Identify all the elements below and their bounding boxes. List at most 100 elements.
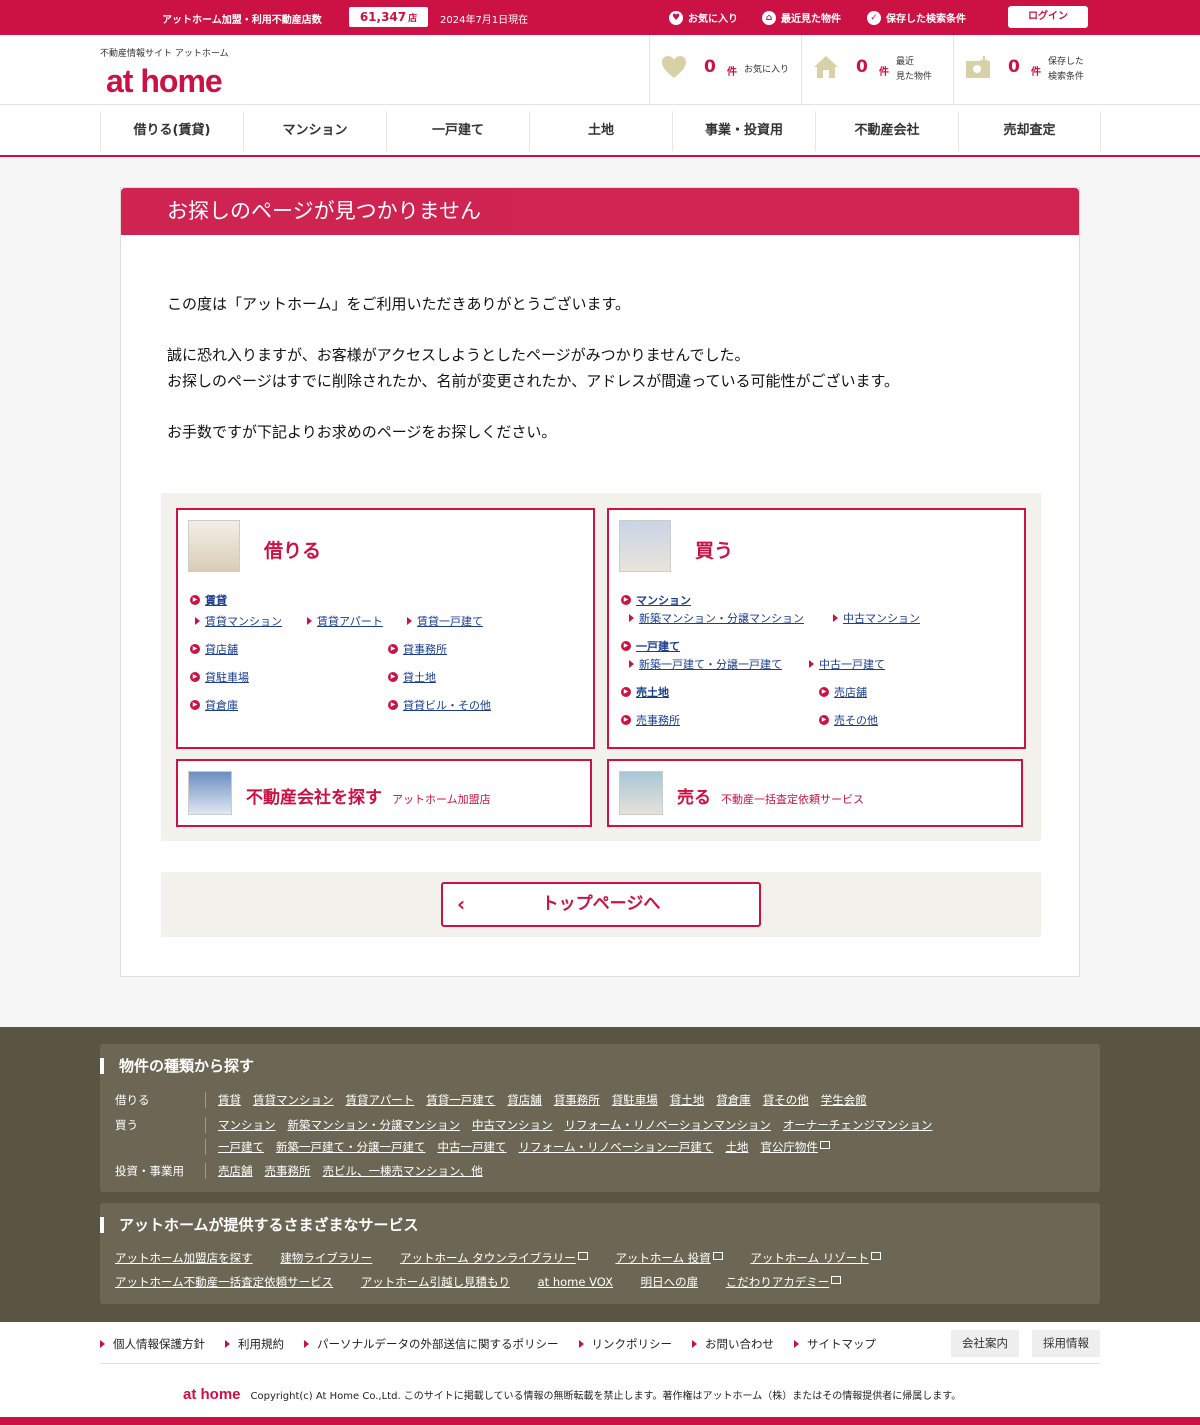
buy-house-sub-link-0[interactable]: 新築一戸建て・分譲一戸建て [629,656,782,672]
terms-link[interactable]: 利用規約 [225,1336,284,1352]
buy-house-sub-0[interactable]: 新築一戸建て・分譲一戸建て [639,656,782,672]
buy-mansion-sub-link-0[interactable]: 新築マンション・分譲マンション [629,610,804,626]
service-link[interactable]: 明日への扉 [641,1275,699,1289]
buy-shop-link[interactable]: ▶ 売店舗 [819,684,867,700]
footer-rent-link[interactable]: 学生会館 [821,1092,867,1108]
rent-right-link-2[interactable]: ▶ 貸貸ビル・その他 [388,697,491,713]
footer-buy-link[interactable]: 中古一戸建て [438,1139,507,1155]
nav-mansion[interactable]: マンション [243,111,386,151]
buy-mansion[interactable]: マンション [636,592,691,608]
buy-mansion-sub-0[interactable]: 新築マンション・分譲マンション [639,610,804,626]
buy-house-sub-1[interactable]: 中古一戸建て [819,656,885,672]
footer-rent-link[interactable]: 賃貸 [218,1092,241,1108]
footer-rent-link[interactable]: 貸土地 [670,1092,705,1108]
top-favorites-link[interactable]: ♥ お気に入り [669,10,738,25]
personal-data-policy-link[interactable]: パーソナルデータの外部送信に関するポリシー [304,1336,559,1352]
service-link[interactable]: at home VOX [538,1275,613,1289]
rent-left-link-0[interactable]: ▶ 貸店舗 [190,641,238,657]
recruit-button[interactable]: 採用情報 [1032,1330,1100,1357]
header-favorites[interactable]: 0 件 お気に入り [649,35,801,105]
footer-rent-link[interactable]: 貸店舗 [507,1092,542,1108]
rent-left-link-1[interactable]: ▶ 貸駐車場 [190,669,249,685]
footer-buy-link[interactable]: 一戸建て [218,1139,264,1155]
nav-sell[interactable]: 売却査定 [958,111,1101,151]
buy-office-link[interactable]: ▶ 売事務所 [621,712,680,728]
privacy-policy-link[interactable]: 個人情報保護方針 [100,1336,205,1352]
service-link[interactable]: アットホーム加盟店を探す [115,1251,253,1265]
sell-card[interactable]: 売る 不動産一括査定依頼サービス [607,759,1023,827]
footer-invest-link[interactable]: 売ビル、一棟売マンション、他 [323,1163,483,1179]
buy-house-link[interactable]: ▶ 一戸建て [621,638,680,654]
service-link[interactable]: こだわりアカデミー [726,1275,842,1289]
footer-invest-link[interactable]: 売店舗 [218,1163,253,1179]
buy-mansion-link[interactable]: ▶ マンション [621,592,691,608]
nav-company[interactable]: 不動産会社 [815,111,958,151]
login-button[interactable]: ログイン [1008,6,1088,28]
rent-sub-0[interactable]: 賃貸マンション [205,613,282,629]
footer-buy-link[interactable]: 新築マンション・分譲マンション [288,1117,461,1133]
rent-left-0[interactable]: 貸店舗 [205,641,238,657]
sitemap-link[interactable]: サイトマップ [794,1336,876,1352]
footer-rent-link[interactable]: 賃貸マンション [253,1092,334,1108]
buy-other-link[interactable]: ▶ 売その他 [819,712,878,728]
service-link[interactable]: アットホーム引越し見積もり [361,1275,510,1289]
footer-buy-link[interactable]: 土地 [725,1139,748,1155]
rent-sub-link-1[interactable]: 賃貸アパート [307,613,383,629]
rent-left-1[interactable]: 貸駐車場 [205,669,249,685]
rent-sub-link-0[interactable]: 賃貸マンション [195,613,282,629]
footer-rent-link[interactable]: 貸駐車場 [612,1092,658,1108]
top-saved-link[interactable]: ✓ 保存した検索条件 [867,10,966,25]
footer-buy-link[interactable]: 官公庁物件 [760,1139,830,1155]
rent-sub-link-2[interactable]: 賃貸一戸建て [407,613,483,629]
top-page-button[interactable]: ‹ トップページへ [441,882,761,927]
header-saved[interactable]: 0 件 保存した 検索条件 [953,35,1100,105]
footer-invest-link[interactable]: 売事務所 [265,1163,311,1179]
rent-sub-2[interactable]: 賃貸一戸建て [417,613,483,629]
nav-house[interactable]: 一戸建て [386,111,529,151]
footer-rent-link[interactable]: 貸事務所 [554,1092,600,1108]
footer-buy-link[interactable]: オーナーチェンジマンション [783,1117,933,1133]
athome-logo[interactable]: at home [106,63,223,100]
footer-rent-link[interactable]: 貸その他 [763,1092,809,1108]
buy-shop[interactable]: 売店舗 [834,684,867,700]
buy-office[interactable]: 売事務所 [636,712,680,728]
buy-mansion-sub-link-1[interactable]: 中古マンション [833,610,920,626]
nav-rent[interactable]: 借りる(賃貸) [100,111,243,151]
top-recent-link[interactable]: ⌂ 最近見た物件 [762,10,841,25]
rent-right-link-0[interactable]: ▶ 貸事務所 [388,641,447,657]
rent-left-2[interactable]: 貸倉庫 [205,697,238,713]
footer-rent-link[interactable]: 賃貸一戸建て [426,1092,495,1108]
footer-buy-link[interactable]: マンション [218,1117,276,1133]
service-link[interactable]: アットホーム 投資 [615,1251,723,1265]
rent-right-1[interactable]: 貸土地 [403,669,436,685]
rent-right-0[interactable]: 貸事務所 [403,641,447,657]
buy-house-sub-link-1[interactable]: 中古一戸建て [809,656,885,672]
rent-right-link-1[interactable]: ▶ 貸土地 [388,669,436,685]
company-info-button[interactable]: 会社案内 [951,1330,1019,1357]
footer-rent-link[interactable]: 貸倉庫 [716,1092,751,1108]
service-link[interactable]: 建物ライブラリー [280,1251,372,1265]
service-link[interactable]: アットホーム タウンライブラリー [400,1251,588,1265]
buy-mansion-sub-1[interactable]: 中古マンション [843,610,920,626]
footer-buy-link[interactable]: リフォーム・リノベーションマンション [565,1117,771,1133]
footer-buy-link[interactable]: 新築一戸建て・分譲一戸建て [276,1139,426,1155]
rent-main[interactable]: 賃貸 [205,592,227,608]
rent-sub-1[interactable]: 賃貸アパート [317,613,383,629]
service-link[interactable]: アットホーム不動産一括査定依頼サービス [115,1275,333,1289]
footer-buy-link[interactable]: 中古マンション [472,1117,553,1133]
nav-land[interactable]: 土地 [529,111,672,151]
rent-main-link[interactable]: ▶ 賃貸 [190,592,227,608]
header-recent[interactable]: 0 件 最近 見た物件 [801,35,953,105]
rent-right-2[interactable]: 貸貸ビル・その他 [403,697,491,713]
buy-other[interactable]: 売その他 [834,712,878,728]
buy-land-link[interactable]: ▶ 売土地 [621,684,669,700]
contact-link[interactable]: お問い合わせ [692,1336,774,1352]
nav-business[interactable]: 事業・投資用 [672,111,815,151]
rent-left-link-2[interactable]: ▶ 貸倉庫 [190,697,238,713]
link-policy-link[interactable]: リンクポリシー [579,1336,673,1352]
footer-rent-link[interactable]: 賃貸アパート [346,1092,415,1108]
footer-buy-link[interactable]: リフォーム・リノベーション一戸建て [519,1139,714,1155]
buy-land[interactable]: 売土地 [636,684,669,700]
company-card[interactable]: 不動産会社を探す アットホーム加盟店 [176,759,592,827]
buy-house[interactable]: 一戸建て [636,638,680,654]
